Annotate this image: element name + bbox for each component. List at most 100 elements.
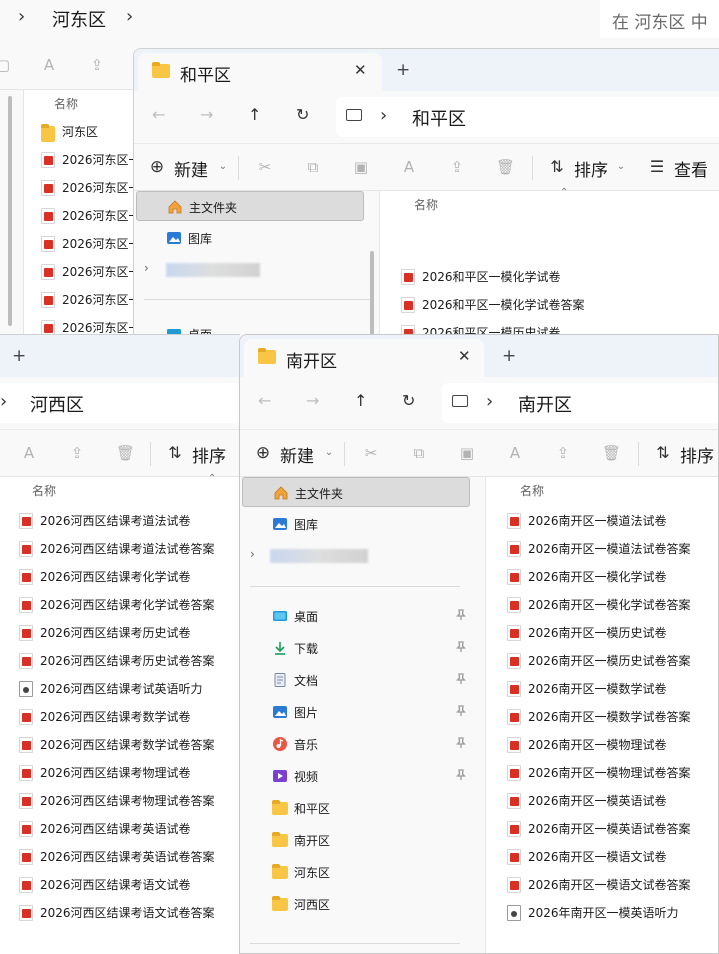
forward-icon[interactable]: → <box>306 391 319 410</box>
refresh-icon[interactable]: ↻ <box>402 391 415 410</box>
file-row[interactable]: 2026南开区一模物理试卷答案 <box>507 759 718 787</box>
heping-breadcrumb[interactable]: 和平区 <box>412 105 466 131</box>
share-icon[interactable]: ⇪ <box>88 56 106 74</box>
view-button[interactable]: 查看 <box>674 156 708 181</box>
hedong-search-box[interactable]: 在 河东区 中 <box>600 0 719 38</box>
breadcrumb-chevron-icon[interactable]: › <box>486 391 493 412</box>
copy-icon[interactable]: ⧉ <box>410 444 428 462</box>
nav-item-quick[interactable]: 下载 <box>242 633 467 663</box>
breadcrumb-chevron-icon[interactable]: › <box>0 391 7 412</box>
delete-icon[interactable]: 🗑 <box>496 158 515 176</box>
chevron-right-icon[interactable]: › <box>250 547 255 561</box>
file-row[interactable]: 2026河西区结课考英语试卷答案 <box>19 843 240 871</box>
rename-icon[interactable]: A <box>20 444 38 462</box>
file-row[interactable]: 2026河西区结课考语文试卷答案 <box>19 899 240 927</box>
file-row[interactable]: 2026南开区一模英语试卷答案 <box>507 815 718 843</box>
file-row[interactable]: 2026河西区结课考化学试卷答案 <box>19 591 240 619</box>
column-header-name[interactable]: 名称 <box>54 95 78 112</box>
pin-icon[interactable] <box>455 705 467 717</box>
heping-path-box[interactable]: › 和平区 <box>336 97 719 137</box>
file-row[interactable]: 2026河西区结课考化学试卷 <box>19 563 240 591</box>
file-row[interactable]: 2026河西区结课考历史试卷 <box>19 619 240 647</box>
forward-icon[interactable]: → <box>200 105 213 124</box>
nav-item-account[interactable]: › <box>242 541 470 571</box>
pin-icon[interactable] <box>455 673 467 685</box>
pin-icon[interactable] <box>455 609 467 621</box>
nav-item-home[interactable]: 主文件夹 <box>136 191 364 221</box>
file-row[interactable]: 2026河西区结课考道法试卷 <box>19 507 240 535</box>
nav-item-quick[interactable]: 河东区 <box>242 857 466 887</box>
column-header-name[interactable]: 名称 <box>32 482 56 499</box>
nav-scrollbar[interactable] <box>370 251 374 339</box>
file-row[interactable]: 2026南开区一模物理试卷 <box>507 731 718 759</box>
nav-item-gallery[interactable]: 图库 <box>136 223 364 253</box>
share-icon[interactable]: ⇪ <box>448 158 466 176</box>
up-icon[interactable]: ↑ <box>354 391 367 410</box>
file-row[interactable]: 2026南开区一模历史试卷 <box>507 619 718 647</box>
refresh-icon[interactable]: ↻ <box>296 105 309 124</box>
breadcrumb-chevron-icon[interactable]: › <box>380 105 387 126</box>
pin-icon[interactable] <box>455 769 467 781</box>
chevron-right-icon[interactable]: › <box>144 261 149 275</box>
file-row[interactable]: 2026和平区一模化学试卷答案 <box>401 291 631 319</box>
back-icon[interactable]: ← <box>152 105 165 124</box>
rename-icon[interactable]: A <box>40 56 58 74</box>
back-icon[interactable]: ← <box>258 391 271 410</box>
file-row[interactable]: 2026河西区结课考语文试卷 <box>19 871 240 899</box>
nav-item-account[interactable]: › <box>136 255 364 285</box>
nav-scrollbar[interactable] <box>8 96 12 326</box>
nav-item-quick[interactable]: 视频 <box>242 761 467 791</box>
file-row[interactable]: 2026河西区结课考物理试卷 <box>19 759 240 787</box>
file-row[interactable]: 2026南开区一模英语试卷 <box>507 787 718 815</box>
share-icon[interactable]: ⇪ <box>554 444 572 462</box>
delete-icon[interactable]: 🗑 <box>116 444 135 462</box>
nav-item-quick[interactable]: 图片 <box>242 697 467 727</box>
hedong-breadcrumb[interactable]: 河东区 <box>52 6 106 32</box>
up-icon[interactable]: ↑ <box>248 105 261 124</box>
nav-item-quick[interactable]: 和平区 <box>242 793 466 823</box>
nav-item-quick[interactable]: 音乐 <box>242 729 467 759</box>
file-row[interactable]: 2026和平区一模化学试卷 <box>401 263 631 291</box>
delete-icon[interactable]: 🗑 <box>602 444 621 462</box>
nankai-breadcrumb[interactable]: 南开区 <box>518 391 572 417</box>
nav-item-home[interactable]: 主文件夹 <box>242 477 470 507</box>
nav-item-quick[interactable]: 桌面 <box>242 601 467 631</box>
new-tab-icon[interactable]: + <box>12 346 26 366</box>
file-row[interactable]: 2026年南开区一模英语听力 <box>507 899 718 927</box>
file-row[interactable]: 2026南开区一模化学试卷答案 <box>507 591 718 619</box>
sort-button[interactable]: 排序 <box>574 156 608 181</box>
share-icon[interactable]: ⇪ <box>68 444 86 462</box>
paste-icon[interactable]: ▣ <box>352 158 370 176</box>
pin-icon[interactable] <box>455 737 467 749</box>
new-tab-icon[interactable]: + <box>396 60 410 80</box>
new-tab-icon[interactable]: + <box>502 346 516 366</box>
cut-icon[interactable]: ✂ <box>256 158 274 176</box>
pin-icon[interactable] <box>455 641 467 653</box>
sort-button[interactable]: 排序 <box>680 442 714 467</box>
new-button[interactable]: 新建 <box>280 442 314 467</box>
rename-icon[interactable]: A <box>400 158 418 176</box>
close-tab-icon[interactable]: ✕ <box>458 347 471 365</box>
file-row[interactable]: 2026南开区一模语文试卷答案 <box>507 871 718 899</box>
paste-icon[interactable]: ▣ <box>458 444 476 462</box>
rename-icon[interactable]: A <box>506 444 524 462</box>
file-row[interactable]: 2026南开区一模道法试卷答案 <box>507 535 718 563</box>
nav-item-quick[interactable]: 南开区 <box>242 825 466 855</box>
nav-item-quick[interactable]: 文档 <box>242 665 467 695</box>
file-row[interactable]: 2026河西区结课考数学试卷答案 <box>19 731 240 759</box>
cut-icon[interactable]: ✂ <box>362 444 380 462</box>
file-row[interactable]: 2026南开区一模历史试卷答案 <box>507 647 718 675</box>
file-row[interactable]: 2026南开区一模道法试卷 <box>507 507 718 535</box>
copy-icon[interactable]: ⧉ <box>304 158 322 176</box>
file-row[interactable]: 2026南开区一模数学试卷 <box>507 675 718 703</box>
file-row[interactable]: 2026河西区结课考试英语听力 <box>19 675 240 703</box>
column-header-name[interactable]: 名称 <box>414 196 438 213</box>
nav-item-gallery[interactable]: 图库 <box>242 509 470 539</box>
nankai-tab[interactable]: 南开区 ✕ <box>244 339 484 377</box>
file-row[interactable]: 2026河西区结课考数学试卷 <box>19 703 240 731</box>
breadcrumb-chevron-icon[interactable]: › <box>126 6 133 27</box>
hexi-breadcrumb[interactable]: 河西区 <box>30 391 84 417</box>
file-row[interactable]: 2026河西区结课考历史试卷答案 <box>19 647 240 675</box>
copy-icon[interactable]: ▢ <box>0 56 12 74</box>
file-row[interactable]: 2026南开区一模化学试卷 <box>507 563 718 591</box>
